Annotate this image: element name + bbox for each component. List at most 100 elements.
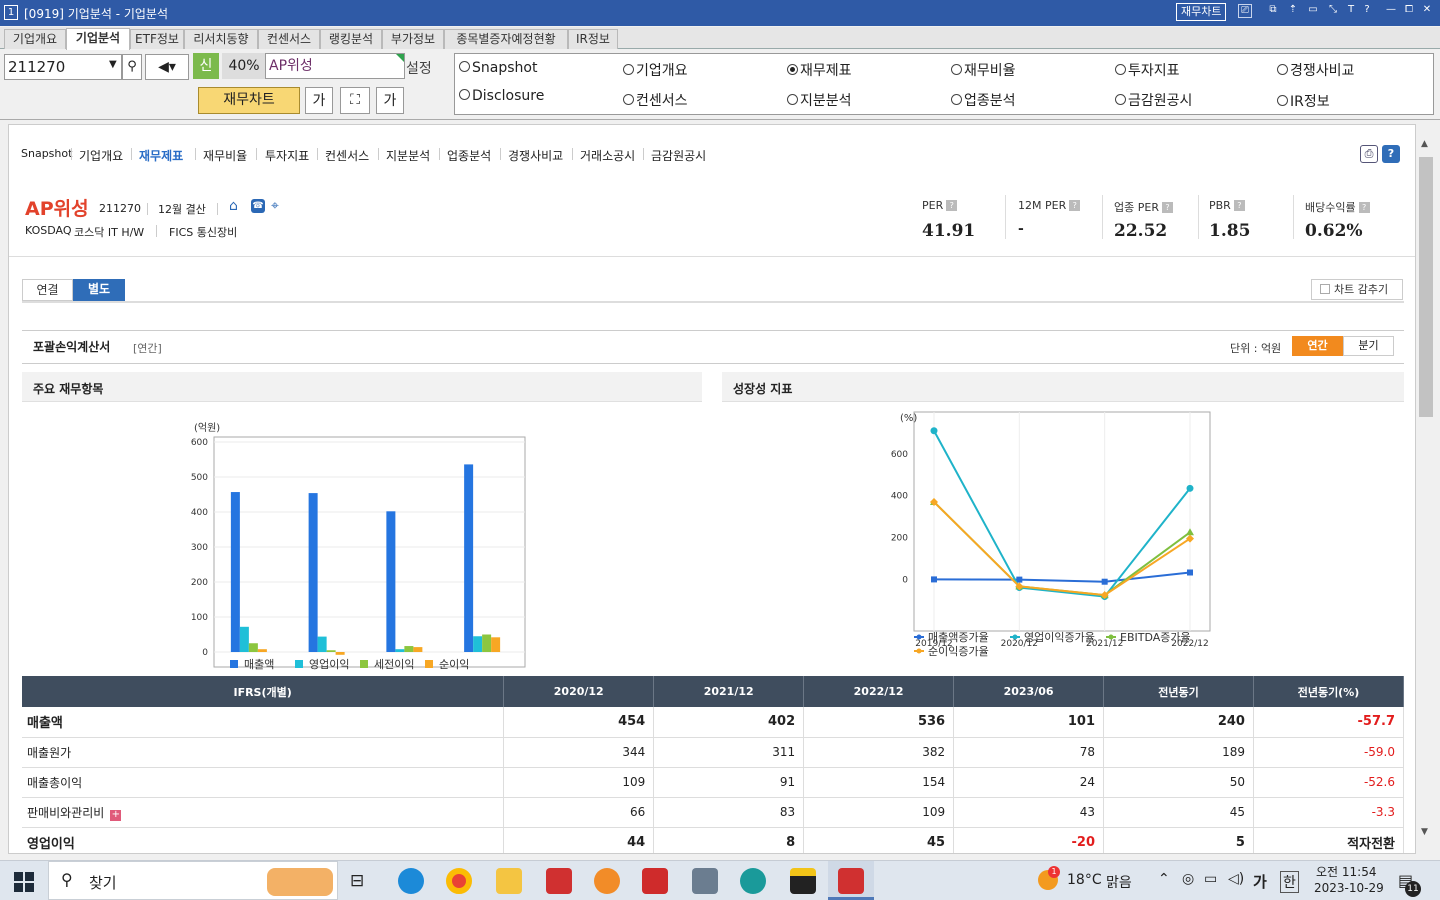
edge-browser-icon[interactable] [398, 868, 424, 894]
tab-company-analysis[interactable]: 기업분석 [66, 28, 130, 50]
scroll-up-icon[interactable]: ▲ [1421, 139, 1428, 149]
network-icon[interactable]: ▭ [1204, 871, 1217, 887]
resize-icon[interactable]: ⤡ [1326, 4, 1340, 18]
info-icon[interactable]: ? [946, 200, 958, 211]
info-icon[interactable]: ? [1161, 202, 1173, 213]
radio-company-overview[interactable]: 기업개요 [623, 60, 688, 80]
weather-desc[interactable]: 맑음 [1106, 872, 1132, 892]
subnav-snapshot[interactable]: Snapshot [21, 147, 72, 160]
subnav-industry-analysis[interactable]: 업종분석 [447, 147, 491, 164]
tab-ranking[interactable]: 랭킹분석 [320, 29, 382, 49]
new-stock-badge[interactable]: 신 [193, 53, 219, 79]
separate-toggle[interactable]: 별도 [73, 279, 125, 301]
hide-chart-button[interactable]: 차트 감추기 [1311, 279, 1403, 300]
tile-icon[interactable]: ▭ [1306, 4, 1320, 18]
search-icon[interactable]: ⚲ [122, 54, 142, 80]
app-icon[interactable] [740, 868, 766, 894]
quarter-toggle[interactable]: 분기 [1343, 336, 1394, 356]
subnav-exchange-disclosure[interactable]: 거래소공시 [580, 147, 635, 164]
speaker-icon[interactable]: ◀▾ [145, 54, 189, 80]
phone-icon[interactable]: ☎ [251, 199, 265, 213]
maximize-icon[interactable]: ⧠ [1402, 4, 1416, 18]
checkbox-icon[interactable] [1320, 284, 1330, 294]
location-pin-icon[interactable]: ⌖ [271, 198, 279, 214]
stock-name-field[interactable]: AP위성 [265, 53, 405, 79]
clock-time[interactable]: 오전 11:54 [1316, 863, 1376, 880]
radio-financial-ratio[interactable]: 재무비율 [951, 60, 1016, 80]
finance-chart-button[interactable]: 재무차트 [198, 87, 300, 114]
radio-investment-index[interactable]: 투자지표 [1115, 60, 1180, 80]
help-button-icon[interactable]: ? [1382, 145, 1400, 163]
tab-extra-info[interactable]: 부가정보 [382, 29, 444, 49]
radio-financial-statements[interactable]: 재무제표 [787, 60, 852, 80]
radio-ir-info[interactable]: IR정보 [1277, 91, 1330, 111]
chrome-browser-icon[interactable] [446, 868, 472, 894]
table-cell: 536 [803, 707, 955, 738]
scroll-thumb[interactable] [1419, 157, 1433, 417]
app-icon[interactable] [594, 868, 620, 894]
font-decrease-button[interactable]: 가 [376, 87, 404, 114]
capture-icon[interactable]: ⎚ [1238, 4, 1252, 18]
subnav-investment-index[interactable]: 투자지표 [265, 147, 309, 164]
expand-icon[interactable]: + [110, 809, 122, 821]
tab-capital-increase[interactable]: 종목별증자예정현황 [444, 29, 568, 49]
weather-temp[interactable]: 18°C [1067, 872, 1102, 888]
windows-start-icon[interactable] [14, 872, 34, 892]
close-icon[interactable]: ✕ [1420, 4, 1434, 18]
subnav-company-overview[interactable]: 기업개요 [79, 147, 123, 164]
print-icon[interactable]: ⎙ [1360, 145, 1378, 163]
task-view-icon[interactable]: ⊟ [350, 871, 364, 891]
annual-toggle[interactable]: 연간 [1292, 336, 1343, 356]
file-explorer-icon[interactable] [496, 868, 522, 894]
ime-indicator[interactable]: 가 [1253, 871, 1267, 892]
app-icon[interactable] [642, 868, 668, 894]
info-icon[interactable]: ? [1233, 200, 1245, 211]
subnav-financial-statements[interactable]: 재무제표 [139, 147, 183, 164]
tab-consensus[interactable]: 컨센서스 [258, 29, 320, 49]
taskbar-search[interactable]: ⚲ 찾기 [48, 861, 338, 900]
radio-share-analysis[interactable]: 지분분석 [787, 90, 852, 110]
font-increase-button[interactable]: 가 [305, 87, 333, 114]
info-icon[interactable]: ? [1358, 202, 1370, 213]
font-icon[interactable]: T [1344, 4, 1358, 18]
tab-etf[interactable]: ETF정보 [130, 29, 184, 49]
consolidated-toggle[interactable]: 연결 [22, 279, 73, 301]
tab-company-overview[interactable]: 기업개요 [4, 29, 66, 49]
help-icon[interactable]: ? [1360, 4, 1374, 18]
radio-disclosure[interactable]: Disclosure [459, 88, 544, 104]
radio-snapshot[interactable]: Snapshot [459, 60, 537, 76]
radio-fss-disclosure[interactable]: 금감원공시 [1115, 90, 1192, 110]
trading-app-active-icon[interactable] [838, 868, 864, 894]
vertical-scrollbar[interactable]: ▲ ▼ [1417, 137, 1435, 854]
sticky-notes-icon[interactable] [790, 868, 816, 894]
calculator-icon[interactable] [692, 868, 718, 894]
ime-mode-indicator[interactable]: 한 [1280, 871, 1299, 893]
window-restore-icon[interactable]: ⧉ [1266, 4, 1280, 18]
tab-research[interactable]: 리서치동향 [184, 29, 258, 49]
home-icon[interactable]: ⌂ [229, 198, 238, 214]
bar-매출액 [308, 493, 318, 652]
settings-label[interactable]: 설정 [406, 58, 432, 78]
radio-competitor-compare[interactable]: 경쟁사비교 [1277, 60, 1354, 80]
scroll-down-icon[interactable]: ▼ [1421, 827, 1428, 837]
trading-app-icon[interactable] [546, 868, 572, 894]
radio-consensus[interactable]: 컨센서스 [623, 90, 688, 110]
meet-now-icon[interactable]: ◎ [1182, 871, 1194, 887]
finance-chart-title-button[interactable]: 재무차트 [1176, 3, 1227, 21]
stock-code-input[interactable]: 211270 ▼ [4, 54, 122, 80]
subnav-fss-disclosure[interactable]: 금감원공시 [651, 147, 706, 164]
subnav-consensus[interactable]: 컨센서스 [325, 147, 369, 164]
dropdown-arrow-icon[interactable]: ▼ [109, 59, 117, 70]
subnav-financial-ratio[interactable]: 재무비율 [203, 147, 247, 164]
tab-ir[interactable]: IR정보 [568, 29, 618, 49]
tray-chevron-icon[interactable]: ⌃ [1158, 871, 1170, 887]
info-icon[interactable]: ? [1069, 200, 1081, 211]
pin-top-icon[interactable]: ⇡ [1286, 4, 1300, 18]
subnav-competitor-compare[interactable]: 경쟁사비교 [508, 147, 563, 164]
fullscreen-icon[interactable]: ⛶ [340, 87, 370, 114]
clock-date[interactable]: 2023-10-29 [1314, 881, 1384, 895]
subnav-share-analysis[interactable]: 지분분석 [386, 147, 430, 164]
volume-icon[interactable]: ◁) [1228, 871, 1244, 887]
radio-industry-analysis[interactable]: 업종분석 [951, 90, 1016, 110]
minimize-icon[interactable]: — [1384, 4, 1398, 18]
